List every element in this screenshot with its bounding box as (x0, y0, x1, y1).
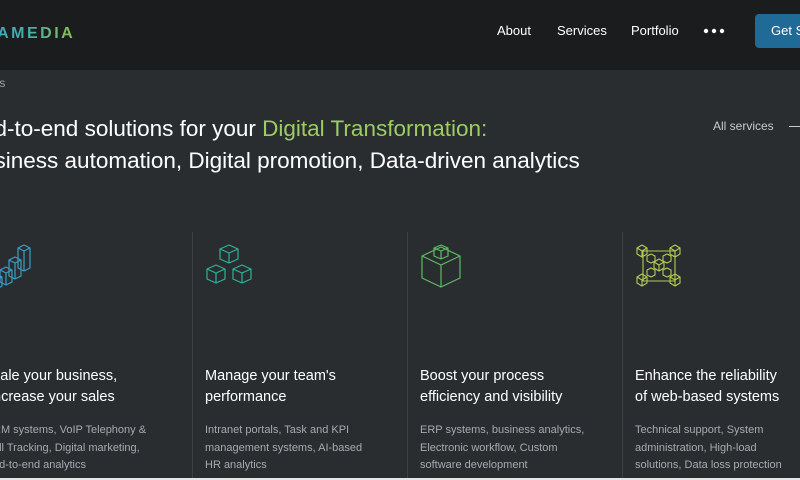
card-desc-line: Electronic workflow, Custom (420, 441, 558, 454)
more-dots-icon[interactable] (703, 24, 727, 38)
stacked-cubes-icon (204, 244, 254, 293)
headline-line2: usiness automation, Digital promotion, D… (0, 148, 580, 173)
card-desc-line: Intranet portals, Task and KPI (205, 424, 350, 436)
card-title: Manage your team's performance (205, 366, 336, 408)
service-card-reliability[interactable]: Enhance the reliability of web-based sys… (622, 232, 800, 480)
bar-chart-cubes-icon (0, 242, 34, 295)
site-header: TAMEDIA About Services Portfolio Get S (0, 0, 800, 70)
all-services-link[interactable]: All services (713, 119, 774, 133)
card-title-line: of web-based systems (635, 389, 780, 405)
card-title: Enhance the reliability of web-based sys… (635, 366, 779, 408)
cube-in-box-icon (420, 242, 464, 295)
card-title: Boost your process efficiency and visibi… (420, 366, 562, 408)
card-description: ERP systems, business analytics, Electro… (420, 422, 584, 475)
card-title-line: Manage your team's (205, 368, 336, 384)
card-description: Intranet portals, Task and KPI managemen… (205, 422, 362, 475)
logo[interactable]: TAMEDIA (0, 25, 75, 43)
card-title-line: Boost your process (420, 368, 545, 384)
card-desc-line: software development (420, 459, 528, 471)
headline-accent: Digital Transformation: (262, 116, 488, 141)
service-card-process[interactable]: Boost your process efficiency and visibi… (407, 232, 623, 480)
card-title: cale your business, ncrease your sales (0, 366, 117, 408)
card-title-line: Enhance the reliability (635, 368, 777, 384)
card-desc-line: all Tracking, Digital marketing, (0, 441, 140, 454)
card-title-line: ncrease your sales (0, 389, 115, 405)
arrow-line-icon[interactable] (789, 126, 800, 127)
headline-line1: nd-to-end solutions for your (0, 116, 263, 141)
service-card-sales[interactable]: cale your business, ncrease your sales R… (0, 232, 192, 480)
card-desc-line: nd-to-end analytics (0, 459, 86, 471)
card-description: Technical support, System administration… (635, 422, 782, 475)
connected-cubes-network-icon (635, 243, 683, 294)
card-desc-line: management systems, AI-based (205, 441, 363, 454)
nav-about[interactable]: About (497, 23, 531, 38)
page-title: nd-to-end solutions for your Digital Tra… (0, 113, 580, 177)
card-desc-line: RM systems, VoIP Telephony & (0, 424, 147, 436)
card-title-line: efficiency and visibility (420, 389, 563, 405)
services-grid: cale your business, ncrease your sales R… (0, 232, 800, 480)
card-desc-line: Technical support, System (635, 424, 764, 436)
card-desc-line: HR analytics (205, 459, 267, 471)
nav-portfolio[interactable]: Portfolio (631, 23, 679, 38)
card-desc-line: administration, High-load (635, 441, 757, 454)
card-title-line: cale your business, (0, 368, 118, 384)
service-card-team[interactable]: Manage your team's performance Intranet … (192, 232, 408, 480)
card-desc-line: ERP systems, business analytics, (420, 424, 585, 436)
nav-services[interactable]: Services (557, 23, 607, 38)
breadcrumb[interactable]: vices (0, 76, 5, 90)
card-desc-line: solutions, Data loss protection (635, 459, 782, 471)
card-description: RM systems, VoIP Telephony & all Trackin… (0, 422, 146, 475)
card-title-line: performance (205, 389, 287, 405)
get-started-button[interactable]: Get S (755, 14, 800, 48)
